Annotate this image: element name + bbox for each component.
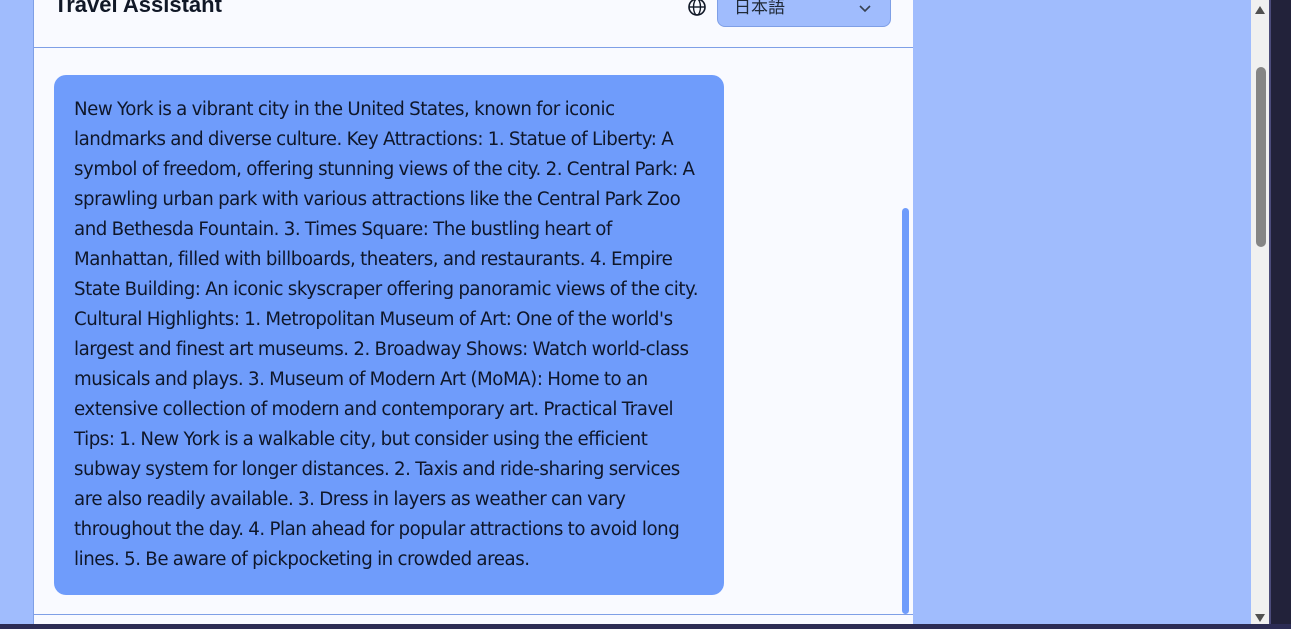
divider xyxy=(34,614,913,615)
language-select-value: 日本語 xyxy=(734,0,785,18)
scroll-up-arrow-icon[interactable] xyxy=(1254,0,1266,14)
window-edge-highlight xyxy=(1269,0,1271,629)
window-scrollbar-thumb[interactable] xyxy=(1256,67,1266,247)
window-edge xyxy=(1269,0,1291,629)
window-bottom-edge xyxy=(0,624,1291,629)
assistant-message-text: New York is a vibrant city in the United… xyxy=(74,99,699,570)
chat-scrollbar-thumb[interactable] xyxy=(902,208,909,614)
scroll-down-arrow-icon[interactable] xyxy=(1254,608,1266,622)
chevron-down-icon xyxy=(858,0,872,13)
chat-panel: Travel Assistant 日本語 New York is a vibra… xyxy=(33,0,913,629)
assistant-message-bubble: New York is a vibrant city in the United… xyxy=(54,75,724,595)
page-title: Travel Assistant xyxy=(54,0,222,17)
globe-icon xyxy=(686,0,708,18)
chat-header: Travel Assistant 日本語 xyxy=(34,0,913,48)
language-select[interactable]: 日本語 xyxy=(717,0,891,27)
